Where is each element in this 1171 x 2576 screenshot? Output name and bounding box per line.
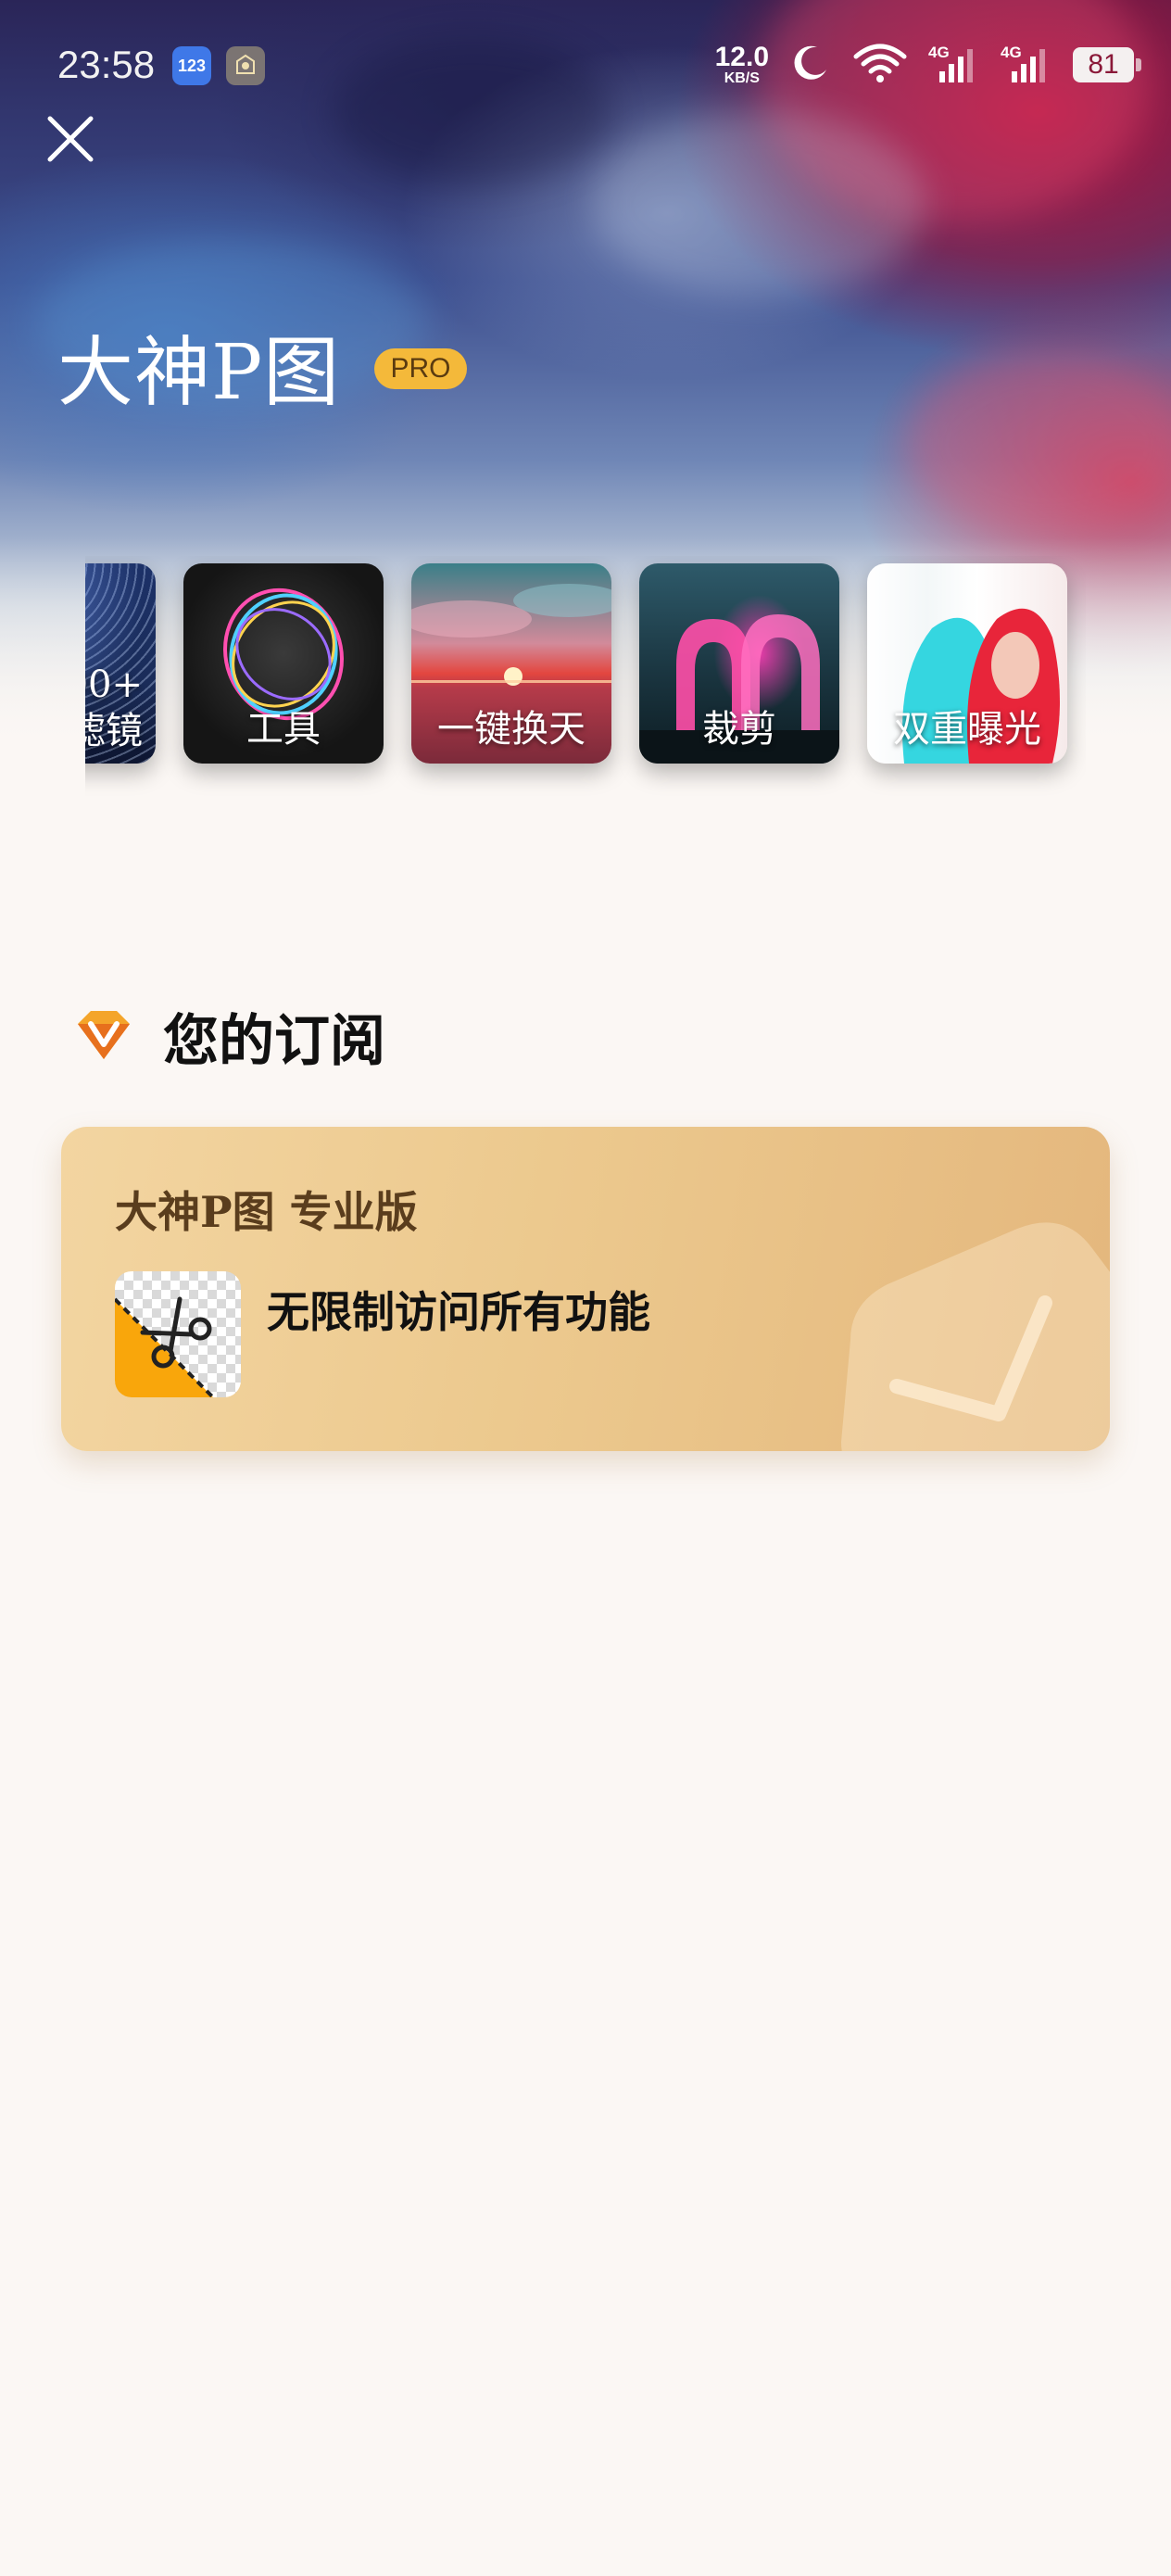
close-button[interactable] bbox=[41, 109, 100, 169]
feature-carousel[interactable]: 100+ 滤镜 工具 一键换天 bbox=[85, 556, 1086, 797]
net-speed: 12.0 KB/S bbox=[715, 44, 769, 86]
battery-icon: 81 bbox=[1073, 47, 1141, 82]
plan-name: 大神P图 专业版 bbox=[115, 1187, 418, 1237]
diamond-icon bbox=[72, 1007, 135, 1067]
feature-card-sky-replace[interactable]: 一键换天 bbox=[411, 563, 611, 764]
status-time: 23:58 bbox=[57, 43, 156, 86]
signal-icon: 4G bbox=[928, 44, 980, 86]
feature-label: 工具 bbox=[246, 708, 321, 751]
feature-label: 100+ 滤镜 bbox=[85, 663, 143, 752]
app-title: 大神P图 bbox=[57, 329, 341, 417]
status-icons: 12.0 KB/S 4G 4G 81 bbox=[715, 37, 1141, 93]
moon-icon bbox=[789, 42, 832, 88]
checkmark-icon bbox=[813, 1210, 1110, 1451]
feature-description: 无限制访问所有功能 bbox=[267, 1287, 650, 1337]
subscription-header: 您的订阅 bbox=[72, 996, 385, 1077]
calendar-notification-icon: 123 bbox=[172, 46, 211, 85]
status-bar: 23:58 123 12.0 KB/S 4G 4G 81 bbox=[0, 0, 1171, 130]
scissors-icon bbox=[115, 1271, 241, 1397]
app-notification-icon bbox=[226, 46, 265, 85]
wifi-icon bbox=[852, 42, 908, 88]
feature-label: 裁剪 bbox=[702, 708, 776, 751]
feature-card-double-exposure[interactable]: 双重曝光 bbox=[867, 563, 1067, 764]
subscription-card[interactable]: 大神P图 专业版 无限制访问所有功能 bbox=[61, 1127, 1110, 1451]
feature-label: 双重曝光 bbox=[893, 708, 1041, 751]
section-title: 您的订阅 bbox=[163, 1009, 385, 1074]
net-speed-unit: KB/S bbox=[724, 70, 760, 86]
feature-card-crop[interactable]: 裁剪 bbox=[639, 563, 839, 764]
feature-card-filters[interactable]: 100+ 滤镜 bbox=[85, 563, 156, 764]
pro-badge: PRO bbox=[374, 348, 467, 389]
feature-label: 一键换天 bbox=[437, 708, 586, 751]
net-speed-value: 12.0 bbox=[714, 42, 769, 72]
feature-card-tools[interactable]: 工具 bbox=[183, 563, 384, 764]
signal-icon: 4G bbox=[1001, 44, 1052, 86]
close-icon bbox=[47, 116, 94, 162]
